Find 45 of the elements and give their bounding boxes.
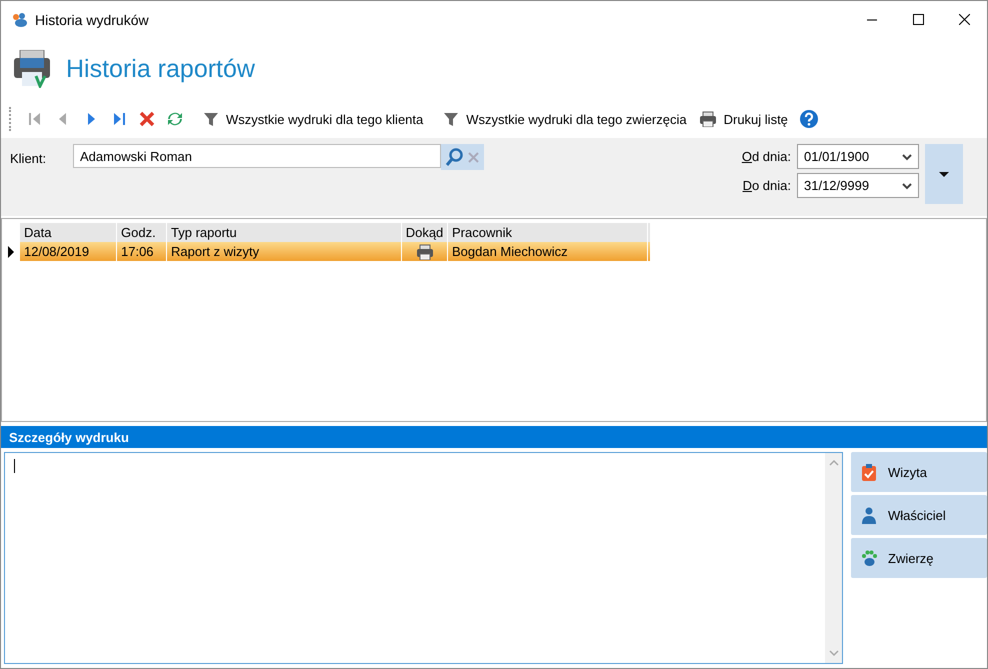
printer-icon: [12, 50, 52, 88]
clipboard-check-icon: [861, 464, 878, 480]
person-icon: [861, 506, 878, 524]
help-icon: [800, 110, 818, 128]
date-label: Od dnia:: [742, 149, 791, 164]
row-pointer-icon: [8, 246, 14, 258]
filter-button[interactable]: Wszystkie wydruki dla tego zwierzęcia: [439, 109, 691, 129]
visit-button[interactable]: Wizyta: [851, 452, 987, 492]
owner-button[interactable]: Właściciel: [851, 495, 987, 535]
page-title: Historia raportów: [66, 54, 255, 84]
date-label: Do dnia:: [742, 178, 791, 193]
refresh-icon: [167, 111, 183, 127]
close-icon: [958, 14, 970, 25]
printer-icon: [416, 244, 434, 260]
print-button[interactable]: Drukuj listę: [694, 109, 792, 129]
skip-arrow-icon: [27, 111, 43, 127]
table-cell: 17:06: [117, 242, 167, 261]
date-field[interactable]: 31/12/9999: [797, 173, 919, 198]
client-label: Klient:: [10, 151, 48, 166]
paw-icon: [861, 550, 878, 566]
table-cell: Bogdan Miechowicz: [448, 242, 648, 261]
table-cell: 12/08/2019: [20, 242, 117, 261]
client-field[interactable]: Adamowski Roman: [73, 144, 441, 168]
printer-icon: [698, 111, 717, 127]
section-header: Szczegóły wydruku: [1, 426, 987, 448]
chevron-down-icon: [902, 152, 912, 160]
scrollbar[interactable]: [825, 453, 842, 663]
funnel-icon: [443, 111, 460, 127]
skip-arrow-icon: [111, 111, 127, 127]
search-icon[interactable]: [445, 148, 463, 166]
caret-icon: [939, 172, 949, 176]
chevron-up-icon: [828, 459, 838, 467]
window-title: Historia wydruków: [35, 12, 150, 28]
cross-icon: [139, 111, 155, 127]
app-logo-icon: [11, 12, 28, 28]
animal-button[interactable]: Zwierzę: [851, 538, 987, 578]
maximize-icon: [912, 14, 924, 25]
filter-button[interactable]: Wszystkie wydruki dla tego klienta: [199, 109, 428, 129]
table-row[interactable]: 12/08/2019 17:06 Raport z wizyty Bogdan Miechowicz: [20, 242, 650, 261]
date-field[interactable]: 01/01/1900: [797, 144, 919, 169]
chevron-down-icon: [828, 649, 838, 657]
chevron-down-icon: [902, 182, 912, 190]
clear-icon[interactable]: [467, 150, 480, 164]
table-cell: Raport z wizyty: [167, 242, 402, 261]
funnel-icon: [203, 111, 219, 127]
